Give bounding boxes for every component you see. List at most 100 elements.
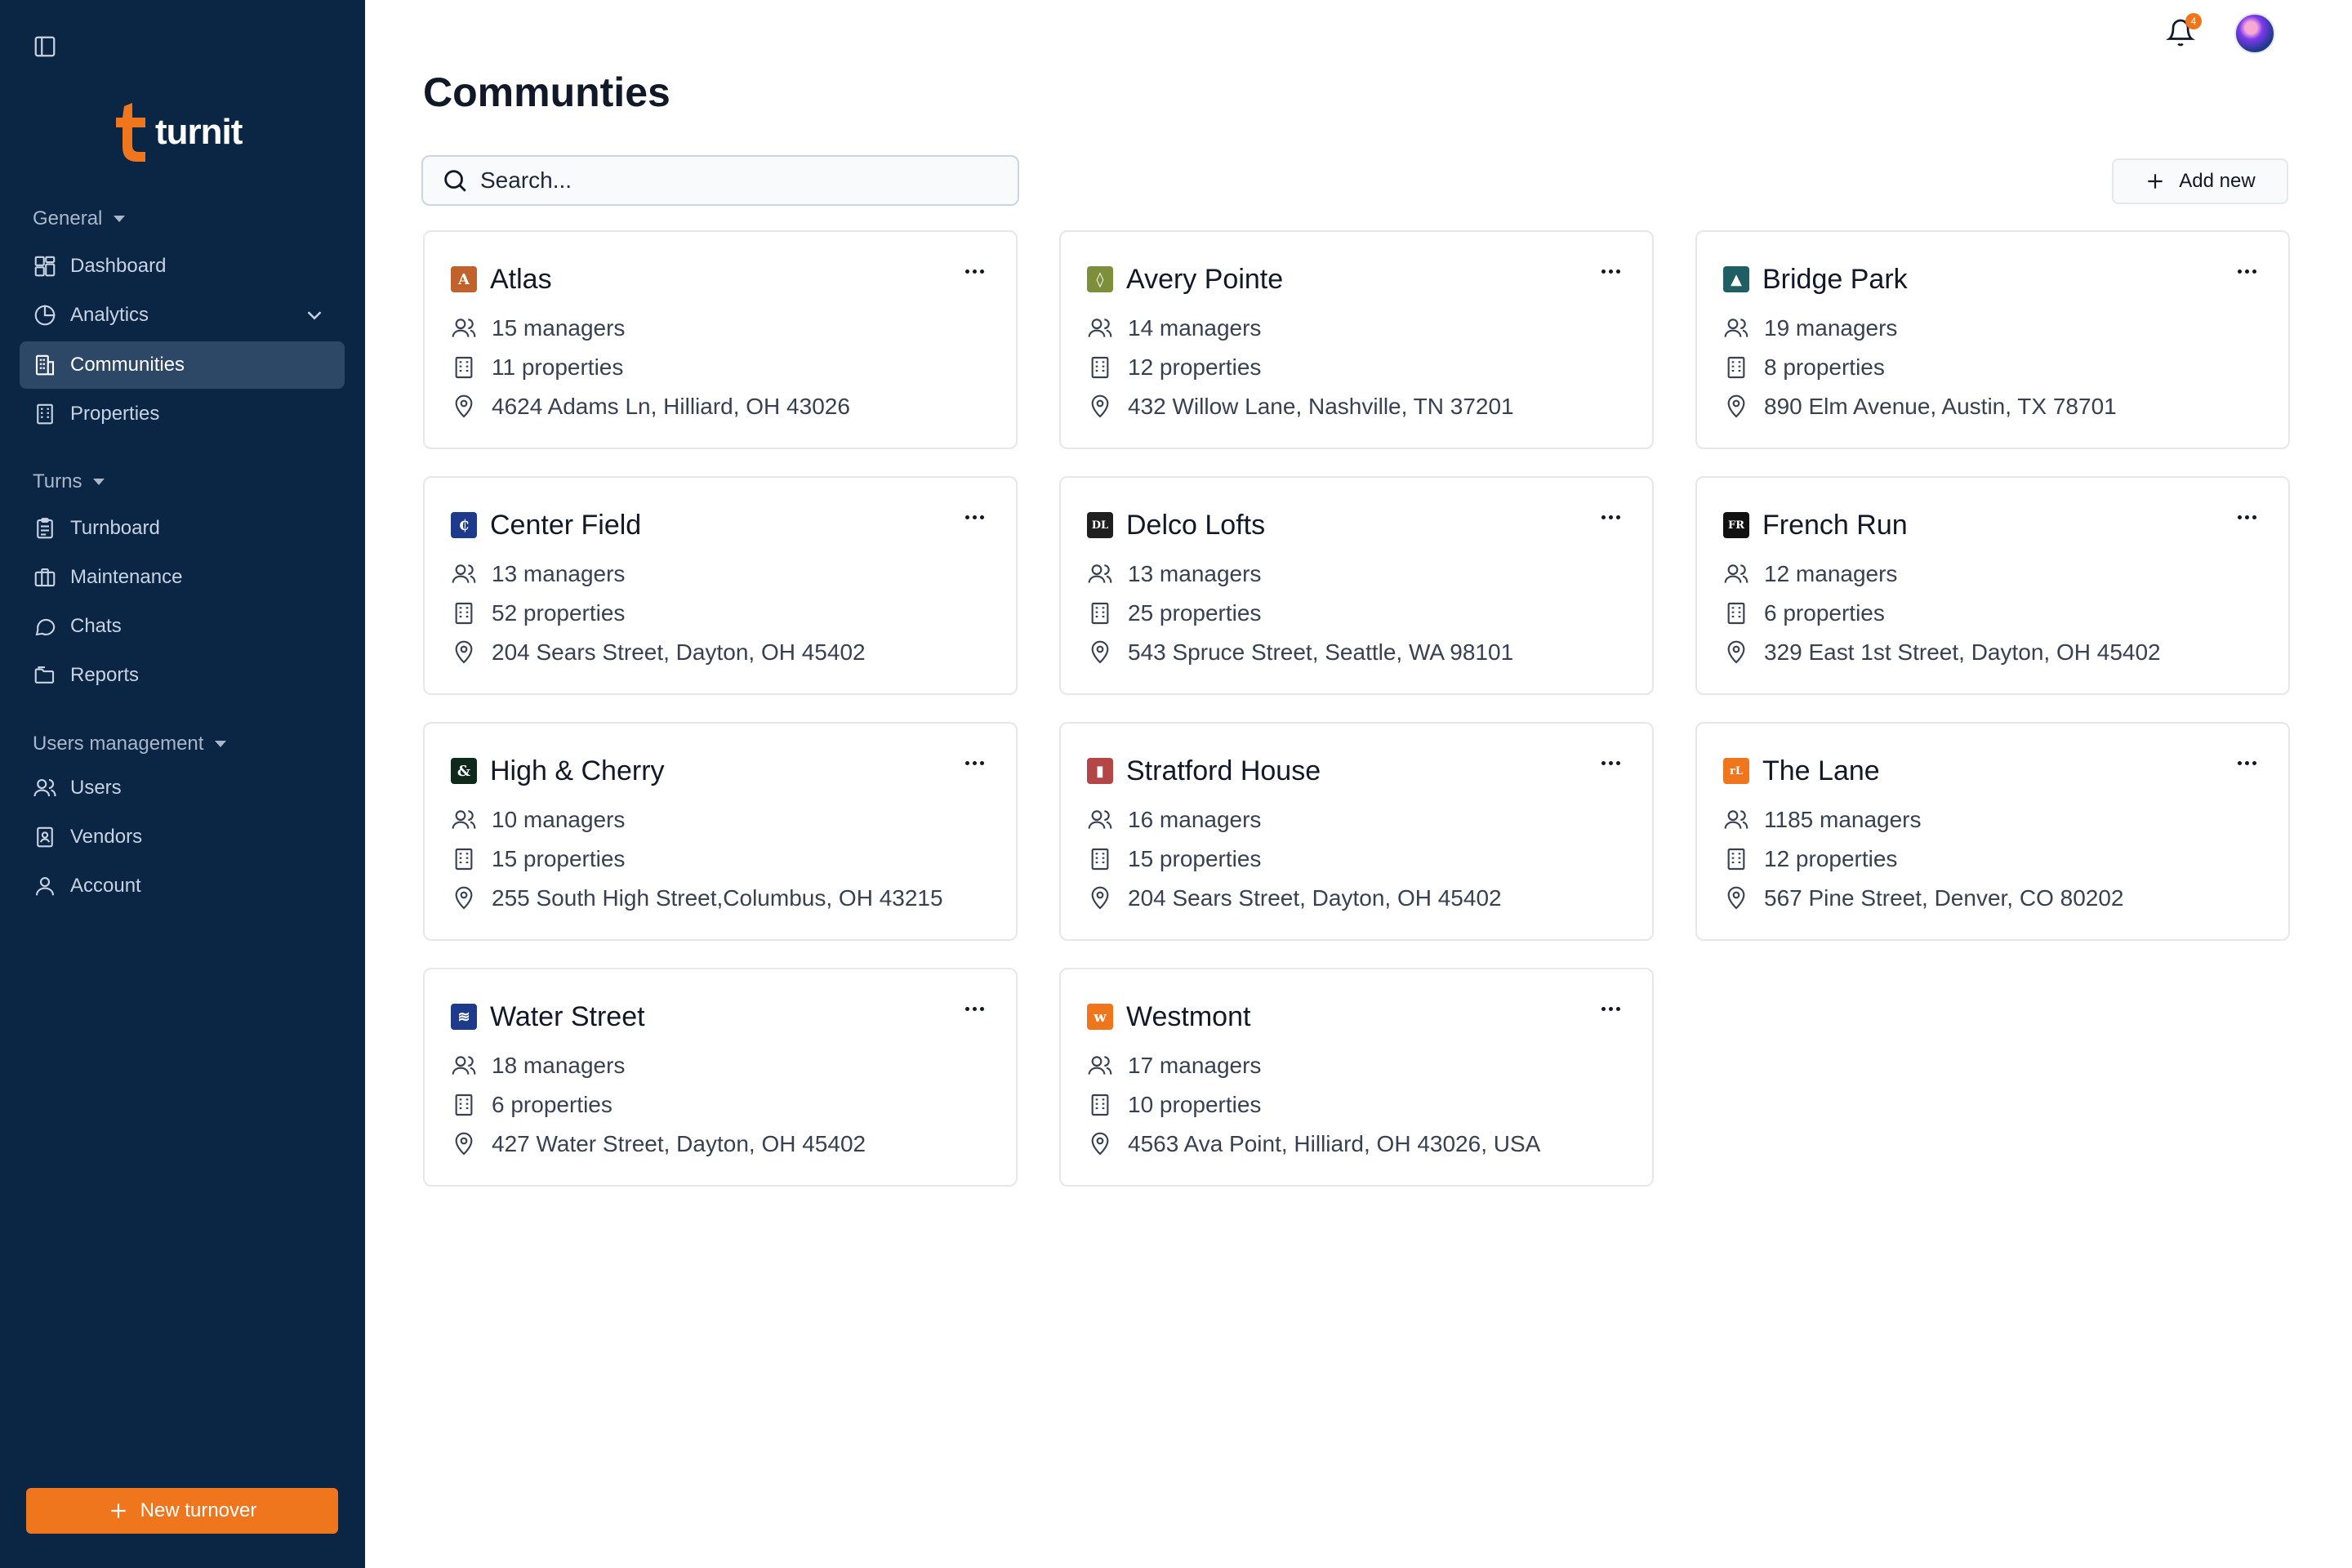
more-options-icon[interactable] [2233, 265, 2261, 278]
community-name[interactable]: Center Field [490, 510, 641, 541]
sidebar-item-label: Reports [70, 664, 140, 686]
community-address: 4624 Adams Ln, Hilliard, OH 43026 [492, 394, 850, 419]
caret-down-icon [114, 216, 126, 222]
page-title: Communties [423, 69, 670, 115]
sidebar-section-users-management[interactable]: Users management [33, 733, 227, 755]
sidebar-item-maintenance[interactable]: Maintenance [20, 554, 345, 601]
community-card[interactable]: & High & Cherry 10 managers 15 propertie… [423, 722, 1018, 941]
community-name[interactable]: Westmont [1126, 1001, 1250, 1033]
community-properties: 52 properties [492, 600, 626, 626]
more-options-icon[interactable] [960, 1002, 988, 1015]
building-icon [1727, 848, 1745, 871]
sidebar-item-label: Turnboard [70, 517, 160, 539]
map-pin-icon [1727, 640, 1745, 664]
more-options-icon[interactable] [960, 510, 988, 523]
sidebar-item-turnboard[interactable]: Turnboard [20, 505, 345, 552]
section-label: General [33, 207, 103, 229]
community-properties: 25 properties [1128, 600, 1262, 626]
building-icon [455, 602, 473, 625]
users-icon [1088, 564, 1112, 583]
sidebar-item-dashboard[interactable]: Dashboard [20, 243, 345, 290]
users-icon [33, 778, 56, 797]
community-card[interactable]: ≋ Water Street 18 managers 6 properties … [423, 968, 1018, 1187]
more-options-icon[interactable] [1597, 510, 1624, 523]
community-card[interactable]: ₵ Center Field 13 managers 52 properties… [423, 476, 1018, 695]
sidebar: turnit General Dashboard Analytics Commu… [0, 0, 365, 1568]
community-name[interactable]: Stratford House [1126, 755, 1321, 787]
community-name[interactable]: Atlas [490, 264, 552, 296]
sidebar-item-properties[interactable]: Properties [20, 390, 345, 438]
sidebar-item-users[interactable]: Users [20, 764, 345, 812]
toolbox-icon [34, 568, 56, 587]
logo: turnit [113, 103, 243, 162]
sidebar-item-communities[interactable]: Communities [20, 341, 345, 389]
community-card[interactable]: rL The Lane 1185 managers 12 properties … [1695, 722, 2290, 941]
sidebar-item-reports[interactable]: Reports [20, 652, 345, 699]
community-properties: 10 properties [1128, 1092, 1262, 1117]
folder-icon [34, 666, 55, 684]
users-icon [1724, 318, 1748, 337]
users-icon [1088, 1056, 1112, 1075]
caret-down-icon [215, 741, 227, 747]
more-options-icon[interactable] [960, 265, 988, 278]
community-card[interactable]: FR French Run 12 managers 6 properties 3… [1695, 476, 2290, 695]
sidebar-item-account[interactable]: Account [20, 862, 345, 910]
sidebar-item-chats[interactable]: Chats [20, 603, 345, 650]
community-managers: 10 managers [492, 807, 626, 832]
community-managers: 17 managers [1128, 1053, 1262, 1078]
community-logo-icon: ▮ [1087, 758, 1113, 784]
community-card[interactable]: ◊ Avery Pointe 14 managers 12 properties… [1059, 230, 1654, 449]
community-name[interactable]: Water Street [490, 1001, 645, 1033]
more-options-icon[interactable] [2233, 510, 2261, 523]
community-properties: 6 properties [492, 1092, 612, 1117]
community-properties: 12 properties [1128, 354, 1262, 380]
more-options-icon[interactable] [1597, 756, 1624, 769]
community-name[interactable]: French Run [1762, 510, 1908, 541]
building-icon [455, 1094, 473, 1116]
community-name[interactable]: The Lane [1762, 755, 1880, 787]
sidebar-item-label: Dashboard [70, 255, 167, 277]
sidebar-section-turns[interactable]: Turns [33, 470, 105, 493]
community-managers: 16 managers [1128, 807, 1262, 832]
turnit-logo-icon [116, 103, 145, 162]
building-icon [37, 403, 53, 425]
search-box[interactable] [421, 155, 1019, 206]
sidebar-item-vendors[interactable]: Vendors [20, 813, 345, 861]
chevron-down-icon[interactable] [302, 303, 327, 327]
section-label: Users management [33, 733, 204, 755]
users-icon [452, 564, 476, 583]
community-name[interactable]: High & Cherry [490, 755, 665, 787]
avatar[interactable] [2234, 13, 2275, 54]
sidebar-toggle-icon[interactable] [33, 34, 57, 59]
community-card[interactable]: A Atlas 15 managers 11 properties 4624 A… [423, 230, 1018, 449]
community-card[interactable]: w Westmont 17 managers 10 properties 456… [1059, 968, 1654, 1187]
building-icon [1091, 356, 1109, 379]
community-logo-icon: A [451, 266, 477, 292]
add-new-button[interactable]: Add new [2112, 158, 2288, 204]
search-input[interactable] [480, 167, 970, 194]
community-address: 890 Elm Avenue, Austin, TX 78701 [1764, 394, 2117, 419]
more-options-icon[interactable] [960, 756, 988, 769]
new-turnover-button[interactable]: New turnover [26, 1488, 338, 1534]
sidebar-section-general[interactable]: General [33, 207, 126, 230]
building-icon [1727, 602, 1745, 625]
community-properties: 15 properties [1128, 846, 1262, 871]
community-card[interactable]: ▮ Stratford House 16 managers 15 propert… [1059, 722, 1654, 941]
sidebar-item-label: Properties [70, 403, 160, 425]
pie-chart-icon [34, 305, 56, 326]
community-card[interactable]: ▲ Bridge Park 19 managers 8 properties 8… [1695, 230, 2290, 449]
chat-icon [35, 618, 56, 636]
community-name[interactable]: Bridge Park [1762, 264, 1908, 296]
sidebar-item-analytics[interactable]: Analytics [20, 292, 345, 339]
community-name[interactable]: Delco Lofts [1126, 510, 1265, 541]
community-name[interactable]: Avery Pointe [1126, 264, 1283, 296]
more-options-icon[interactable] [1597, 1002, 1624, 1015]
users-icon [452, 1056, 476, 1075]
more-options-icon[interactable] [2233, 756, 2261, 769]
more-options-icon[interactable] [1597, 265, 1624, 278]
community-managers: 14 managers [1128, 315, 1262, 341]
community-logo-icon: DL [1087, 512, 1113, 538]
community-card[interactable]: DL Delco Lofts 13 managers 25 properties… [1059, 476, 1654, 695]
map-pin-icon [1727, 886, 1745, 910]
sidebar-item-label: Maintenance [70, 566, 183, 588]
